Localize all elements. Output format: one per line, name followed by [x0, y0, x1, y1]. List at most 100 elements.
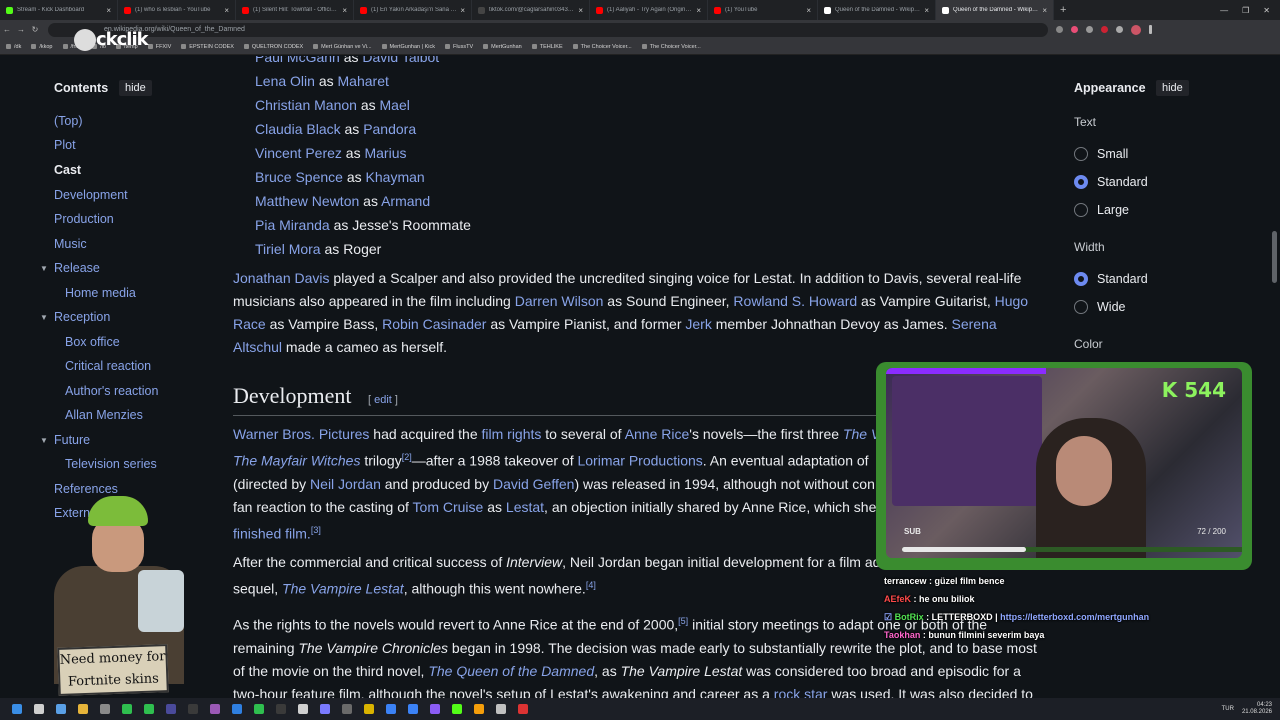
citation[interactable]: [5]: [678, 616, 688, 626]
taskbar-app-icon[interactable]: [474, 704, 484, 714]
close-window-icon[interactable]: ✕: [1263, 6, 1270, 15]
bookmark-item[interactable]: EPSTEIN CODEX: [181, 44, 234, 50]
browser-tab[interactable]: (1) who is lesbian - YouTube ×: [118, 0, 236, 20]
citation[interactable]: [2]: [402, 452, 412, 462]
bookmark-item[interactable]: The Choicer Voicer...: [572, 44, 632, 50]
toc-item-development[interactable]: Development: [54, 188, 128, 202]
toc-item-future[interactable]: Future: [54, 433, 90, 447]
link[interactable]: film rights: [482, 426, 542, 442]
toc-item-music[interactable]: Music: [54, 237, 87, 251]
link[interactable]: Neil Jordan: [310, 476, 381, 492]
link[interactable]: The Mayfair Witches: [233, 453, 360, 469]
extension-icon[interactable]: [1086, 26, 1093, 33]
radio-text-small[interactable]: Small: [1074, 147, 1128, 161]
browser-tab[interactable]: (1) En Yakın Arkadaşı'n Sana Açıkç ×: [354, 0, 472, 20]
bookmark-item[interactable]: The Choicer Voicer...: [641, 44, 701, 50]
taskbar-app-icon[interactable]: [430, 704, 440, 714]
browser-tab-active[interactable]: Queen of the Damned - Wikipedia ×: [936, 0, 1054, 20]
link[interactable]: Jerk: [685, 316, 711, 332]
close-tab-icon[interactable]: ×: [342, 6, 347, 15]
browser-tab[interactable]: (1) YouTube ×: [708, 0, 818, 20]
page-scrollbar[interactable]: [1272, 231, 1277, 283]
taskbar-app-icon[interactable]: [210, 704, 220, 714]
close-tab-icon[interactable]: ×: [224, 6, 229, 15]
taskbar-app-icon[interactable]: [232, 704, 242, 714]
link[interactable]: David Geffen: [493, 476, 574, 492]
close-tab-icon[interactable]: ×: [1042, 6, 1047, 15]
link[interactable]: Anne Rice: [625, 426, 690, 442]
bookmark-item[interactable]: /kkop: [31, 44, 53, 50]
taskbar-app-icon[interactable]: [298, 704, 308, 714]
citation[interactable]: [3]: [311, 525, 321, 535]
taskbar-app-icon[interactable]: [518, 704, 528, 714]
back-icon[interactable]: ←: [0, 25, 14, 34]
toc-item-top[interactable]: (Top): [54, 114, 82, 128]
url-input[interactable]: en.wikipedia.org/wiki/Queen_of_the_Damne…: [48, 22, 1048, 37]
taskbar-app-icon[interactable]: [188, 704, 198, 714]
bookmark-item[interactable]: /dk: [6, 44, 21, 50]
close-tab-icon[interactable]: ×: [806, 6, 811, 15]
taskbar-app-icon[interactable]: [364, 704, 374, 714]
radio-text-standard[interactable]: Standard: [1074, 175, 1148, 189]
role-link[interactable]: Mael: [380, 97, 410, 113]
link[interactable]: The V: [843, 426, 880, 442]
role-link[interactable]: Armand: [381, 193, 430, 209]
toc-item-production[interactable]: Production: [54, 212, 114, 226]
clock[interactable]: 04:23 21.08.2026: [1242, 702, 1272, 716]
close-tab-icon[interactable]: ×: [924, 6, 929, 15]
toc-item-home-media[interactable]: Home media: [65, 286, 136, 300]
actor-link[interactable]: Lena Olin: [255, 73, 315, 89]
toc-collapse-icon[interactable]: ▼: [40, 313, 48, 322]
taskbar-app-icon[interactable]: [100, 704, 110, 714]
taskbar-app-icon[interactable]: [12, 704, 22, 714]
role-link[interactable]: Pandora: [363, 121, 416, 137]
link[interactable]: Lestat: [506, 499, 544, 515]
taskbar-app-icon[interactable]: [144, 704, 154, 714]
browser-tab[interactable]: (1) Silent Hill: Townfall - Official G..…: [236, 0, 354, 20]
extension-icon[interactable]: [1056, 26, 1063, 33]
bookmark-item[interactable]: Mert Günhan ve Vi...: [313, 44, 372, 50]
extension-icon[interactable]: [1101, 26, 1108, 33]
link[interactable]: Lorimar Productions: [577, 453, 702, 469]
toc-item-authors-reaction[interactable]: Author's reaction: [65, 384, 158, 398]
link[interactable]: Rowland S. Howard: [733, 293, 857, 309]
link[interactable]: Jonathan Davis: [233, 270, 330, 286]
forward-icon[interactable]: →: [14, 25, 28, 34]
taskbar-app-icon[interactable]: [166, 704, 176, 714]
browser-tab[interactable]: (1) Aaliyah - Try Again (Original Ve ×: [590, 0, 708, 20]
taskbar-app-icon[interactable]: [342, 704, 352, 714]
link[interactable]: Darren Wilson: [515, 293, 604, 309]
taskbar-app-icon[interactable]: [452, 704, 462, 714]
taskbar-app-icon[interactable]: [34, 704, 44, 714]
radio-text-large[interactable]: Large: [1074, 203, 1129, 217]
toc-item-cast[interactable]: Cast: [54, 163, 81, 177]
radio-width-standard[interactable]: Standard: [1074, 272, 1148, 286]
taskbar-app-icon[interactable]: [320, 704, 330, 714]
toc-item-plot[interactable]: Plot: [54, 138, 76, 152]
link[interactable]: Race: [233, 316, 266, 332]
link[interactable]: The Vampire Lestat: [282, 581, 404, 597]
edit-link[interactable]: edit: [374, 394, 392, 406]
bookmark-item[interactable]: MertGunhan: [483, 44, 522, 50]
browser-tab[interactable]: Stream - Kick Dashboard ×: [0, 0, 118, 20]
extension-icon[interactable]: [1071, 26, 1078, 33]
role-link[interactable]: Khayman: [366, 169, 425, 185]
link[interactable]: rock star: [774, 686, 828, 698]
toc-collapse-icon[interactable]: ▼: [40, 436, 48, 445]
maximize-icon[interactable]: ❐: [1242, 6, 1249, 15]
menu-icon[interactable]: [1149, 25, 1152, 34]
role-link[interactable]: Maharet: [338, 73, 389, 89]
link[interactable]: Hugo: [995, 293, 1028, 309]
toc-item-release[interactable]: Release: [54, 261, 100, 275]
toc-item-critical-reaction[interactable]: Critical reaction: [65, 359, 151, 373]
link[interactable]: Tom Cruise: [413, 499, 484, 515]
radio-width-wide[interactable]: Wide: [1074, 300, 1125, 314]
taskbar-app-icon[interactable]: [276, 704, 286, 714]
minimize-icon[interactable]: —: [1220, 6, 1228, 15]
actor-link[interactable]: Pia Miranda: [255, 217, 330, 233]
role-link[interactable]: David Talbot: [362, 56, 439, 65]
actor-link[interactable]: Tiriel Mora: [255, 241, 321, 257]
language-indicator[interactable]: TUR: [1222, 706, 1234, 712]
link[interactable]: The Queen of the Damned: [428, 663, 594, 679]
taskbar-app-icon[interactable]: [56, 704, 66, 714]
